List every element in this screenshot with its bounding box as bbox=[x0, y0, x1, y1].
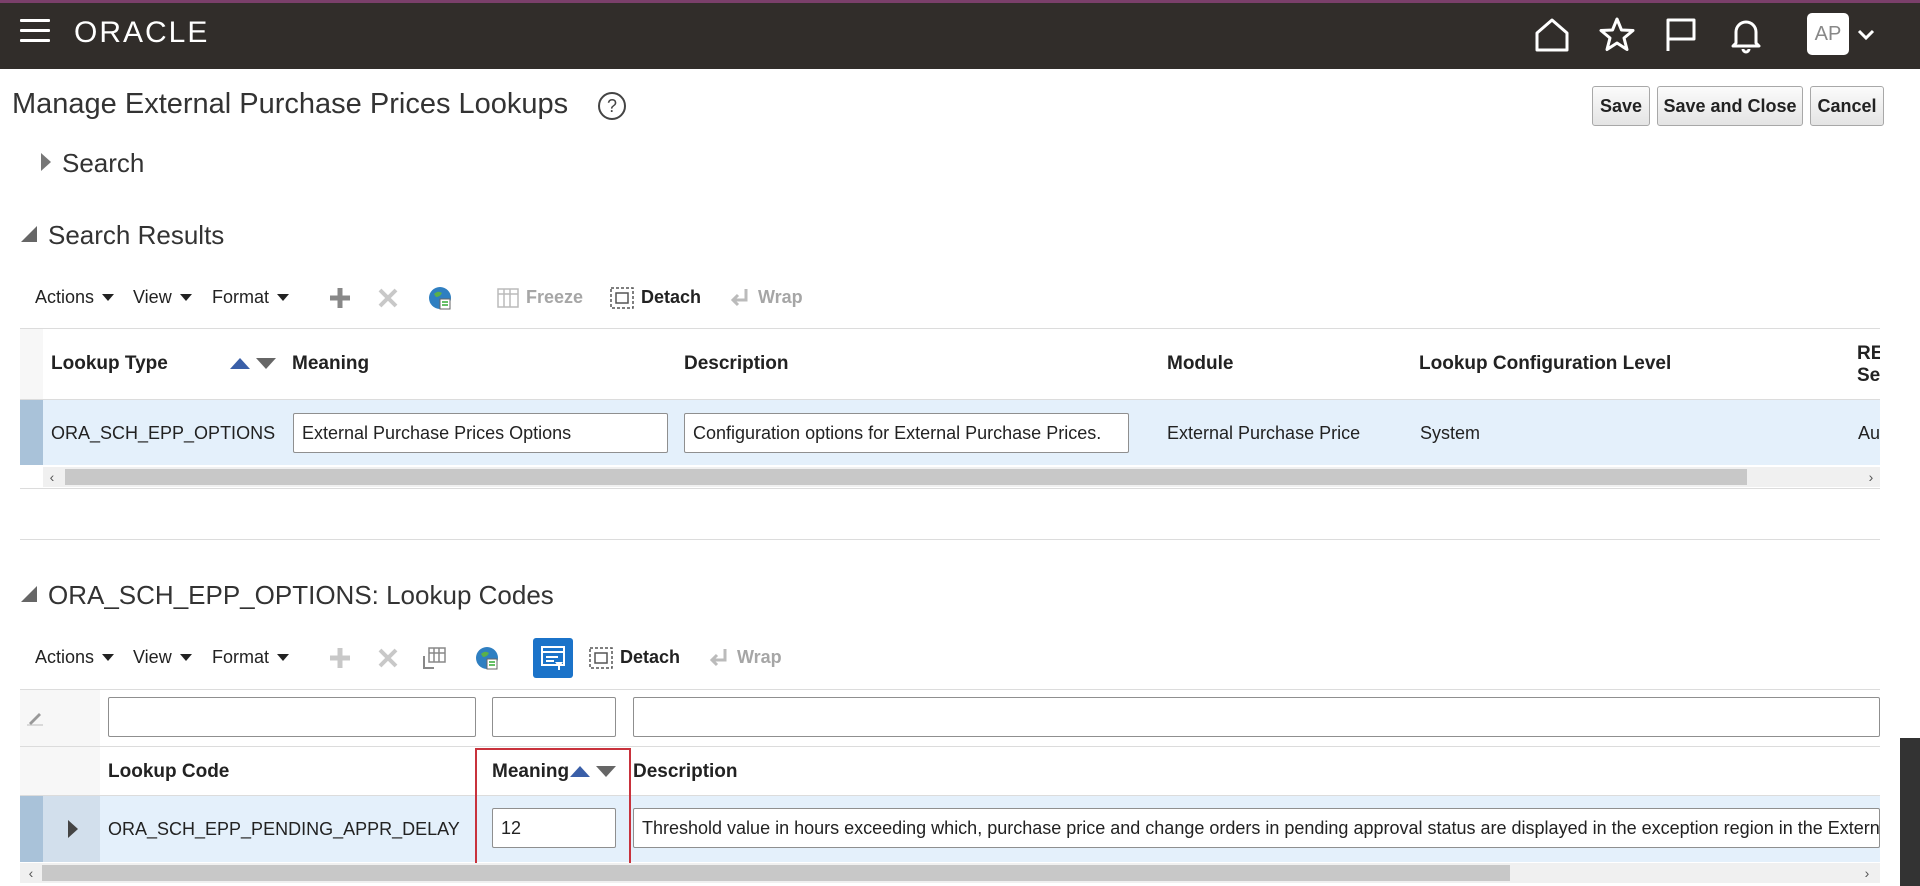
col-truncated-2[interactable]: Se bbox=[1857, 365, 1880, 387]
filter-description-input[interactable] bbox=[633, 697, 1880, 737]
meaning-input[interactable]: External Purchase Prices Options bbox=[293, 413, 668, 453]
flag-icon[interactable] bbox=[1661, 15, 1701, 55]
freeze-icon[interactable] bbox=[494, 284, 522, 312]
col-module[interactable]: Module bbox=[1167, 353, 1234, 375]
cell-lookup-code: ORA_SCH_EPP_PENDING_APPR_DELAY bbox=[108, 819, 460, 839]
detach-label[interactable]: Detach bbox=[641, 287, 701, 308]
filter-lookup-code-input[interactable] bbox=[108, 697, 476, 737]
wrap-label[interactable]: Wrap bbox=[758, 287, 803, 308]
codes-scroll-left-icon[interactable]: ‹ bbox=[24, 865, 38, 881]
codes-wrap-label[interactable]: Wrap bbox=[737, 647, 782, 668]
export-globe-icon[interactable] bbox=[426, 284, 454, 312]
help-icon[interactable]: ? bbox=[598, 92, 626, 120]
add-icon[interactable] bbox=[326, 284, 354, 312]
scrollbar-thumb[interactable] bbox=[65, 469, 1747, 485]
cell-configuration-level: System bbox=[1420, 423, 1481, 443]
codes-export-globe-icon[interactable] bbox=[473, 644, 501, 672]
actions-menu[interactable]: Actions bbox=[35, 287, 115, 308]
cell-lookup-type: ORA_SCH_EPP_OPTIONS bbox=[51, 423, 276, 443]
save-and-close-button[interactable]: Save and Close bbox=[1657, 86, 1803, 126]
results-table-bottom-border bbox=[20, 488, 1880, 489]
bell-icon[interactable] bbox=[1726, 15, 1766, 55]
codes-detach-label[interactable]: Detach bbox=[620, 647, 680, 668]
format-menu[interactable]: Format bbox=[212, 287, 290, 308]
scroll-left-icon[interactable]: ‹ bbox=[45, 469, 59, 485]
hamburger-icon[interactable] bbox=[20, 19, 50, 45]
save-button[interactable]: Save bbox=[1592, 86, 1650, 126]
cell-module: External Purchase Price bbox=[1167, 423, 1361, 443]
query-by-example-button[interactable] bbox=[533, 638, 573, 678]
codes-add-icon[interactable] bbox=[326, 644, 354, 672]
row-expand-icon[interactable] bbox=[68, 820, 78, 838]
cell-truncated: Au bbox=[1858, 423, 1880, 443]
query-by-example-icon bbox=[541, 646, 565, 670]
col-lookup-code[interactable]: Lookup Code bbox=[108, 761, 229, 783]
codes-table-top-border bbox=[20, 689, 1880, 690]
clear-filter-icon[interactable] bbox=[26, 708, 44, 726]
codes-column-edit-icon[interactable] bbox=[420, 644, 448, 672]
results-row-header-col bbox=[20, 329, 43, 399]
codes-delete-icon[interactable] bbox=[374, 644, 402, 672]
codes-scroll-right-icon[interactable]: › bbox=[1860, 865, 1874, 881]
codes-row-expand-cell[interactable] bbox=[43, 796, 100, 862]
oracle-logo[interactable]: ORACLE bbox=[74, 16, 209, 50]
page-title: Manage External Purchase Prices Lookups bbox=[12, 88, 569, 120]
cancel-button[interactable]: Cancel bbox=[1810, 86, 1884, 126]
col-lookup-configuration-level[interactable]: Lookup Configuration Level bbox=[1419, 353, 1671, 375]
codes-horizontal-scrollbar[interactable]: ‹ › bbox=[20, 863, 1880, 883]
description-input[interactable]: Configuration options for External Purch… bbox=[684, 413, 1129, 453]
results-table-top-border bbox=[20, 328, 1880, 329]
sort-ascending-icon[interactable] bbox=[230, 358, 250, 369]
lookup-codes-collapse-icon[interactable] bbox=[21, 586, 37, 602]
col-lookup-type[interactable]: Lookup Type bbox=[51, 353, 168, 375]
codes-row-selected-marker[interactable] bbox=[20, 796, 43, 862]
results-horizontal-scrollbar[interactable]: ‹ › bbox=[43, 467, 1880, 487]
chevron-down-icon[interactable] bbox=[1856, 25, 1876, 45]
codes-wrap-icon[interactable] bbox=[705, 644, 733, 672]
search-expand-icon[interactable] bbox=[41, 153, 51, 171]
sort-descending-icon[interactable] bbox=[256, 358, 276, 369]
detach-icon[interactable] bbox=[608, 284, 636, 312]
user-avatar[interactable]: AP bbox=[1807, 13, 1849, 55]
codes-view-menu[interactable]: View bbox=[133, 647, 192, 668]
lookup-codes-title: ORA_SCH_EPP_OPTIONS: Lookup Codes bbox=[48, 580, 554, 610]
delete-icon[interactable] bbox=[374, 284, 402, 312]
section-divider bbox=[20, 539, 1880, 540]
col-truncated-1[interactable]: RE bbox=[1857, 343, 1880, 365]
col-codes-description[interactable]: Description bbox=[633, 761, 738, 783]
home-icon[interactable] bbox=[1532, 15, 1572, 55]
codes-description-input[interactable]: Threshold value in hours exceeding which… bbox=[633, 808, 1880, 848]
scroll-right-icon[interactable]: › bbox=[1864, 469, 1878, 485]
codes-header-row-header bbox=[20, 747, 100, 795]
col-description[interactable]: Description bbox=[684, 353, 789, 375]
codes-detach-icon[interactable] bbox=[587, 644, 615, 672]
col-meaning[interactable]: Meaning bbox=[292, 353, 369, 375]
codes-format-menu[interactable]: Format bbox=[212, 647, 290, 668]
freeze-label[interactable]: Freeze bbox=[526, 287, 583, 308]
codes-filter-border bbox=[20, 746, 1880, 747]
star-icon[interactable] bbox=[1597, 15, 1637, 55]
filter-meaning-input[interactable] bbox=[492, 697, 616, 737]
row-selected-marker[interactable] bbox=[20, 400, 43, 465]
search-results-collapse-icon[interactable] bbox=[21, 226, 37, 242]
page-vertical-scrollbar[interactable] bbox=[1900, 738, 1920, 886]
global-header: ORACLE AP bbox=[0, 0, 1920, 69]
wrap-icon[interactable] bbox=[726, 284, 754, 312]
codes-scrollbar-thumb[interactable] bbox=[42, 865, 1510, 881]
search-results-title: Search Results bbox=[48, 220, 225, 250]
view-menu[interactable]: View bbox=[133, 287, 192, 308]
meaning-column-highlight bbox=[475, 748, 631, 866]
codes-actions-menu[interactable]: Actions bbox=[35, 647, 115, 668]
search-section-title[interactable]: Search bbox=[62, 148, 144, 179]
